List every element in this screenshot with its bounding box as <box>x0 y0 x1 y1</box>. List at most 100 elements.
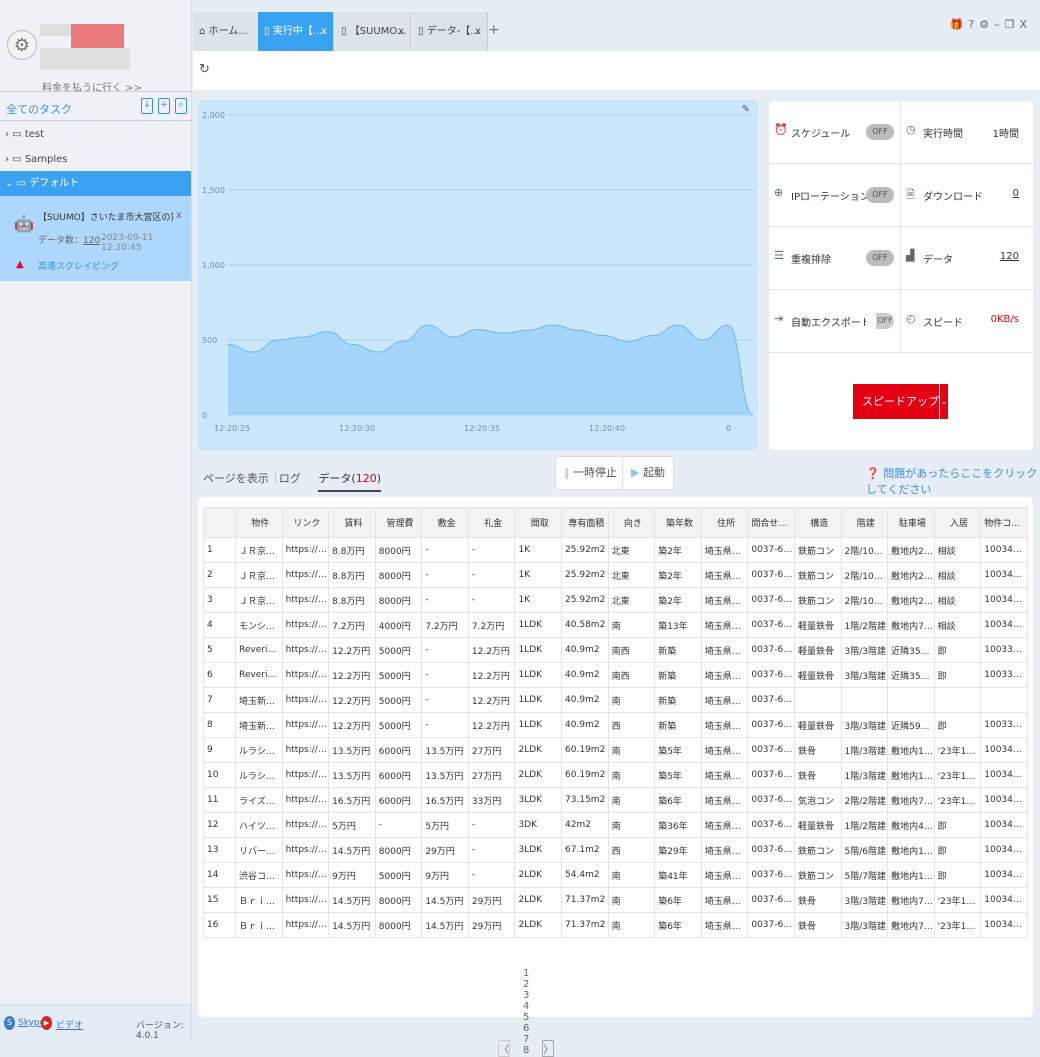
column-header[interactable]: 構造 <box>793 507 842 538</box>
folder-samples[interactable]: › ▭ Samples <box>0 147 191 172</box>
column-header[interactable]: 礼金 <box>467 507 516 538</box>
table-cell: '23年10月下旬 <box>933 787 982 813</box>
speed-up-dropdown[interactable]: ⌄ <box>939 384 948 419</box>
folder-test[interactable]: › ▭ test <box>0 122 191 147</box>
gear-icon[interactable]: ⚙ <box>979 18 994 31</box>
column-header[interactable]: 問合せ番号 <box>747 507 795 538</box>
help-link[interactable]: ❓ 問題があったらここをクリックしてください <box>866 465 1040 497</box>
table-row[interactable]: 9ルラシオン...https://suum...13.5万円6000円13.5万… <box>203 737 1028 763</box>
table-cell: 南 <box>607 687 656 713</box>
add-tab-button[interactable]: + <box>488 22 500 38</box>
table-cell: 25.92m2 <box>561 562 609 588</box>
table-cell: 3 <box>203 587 236 613</box>
next-page-button[interactable]: 〉 <box>542 1040 555 1057</box>
gift-icon[interactable]: 🎁 <box>950 18 969 31</box>
tab-data-results[interactable]: データ(120) <box>318 472 381 492</box>
table-row[interactable]: 10ルラシオン...https://suum...13.5万円6000円13.5… <box>203 762 1028 788</box>
column-header[interactable]: 敷金 <box>421 507 469 538</box>
download-value[interactable]: 0 <box>1013 188 1019 199</box>
column-header[interactable]: 間取 <box>514 507 563 538</box>
table-row[interactable]: 12ハイツコスタhttps://suum...5万円-5万円-3DK42m2南築… <box>203 812 1028 838</box>
page-button[interactable]: 1 <box>513 968 539 979</box>
reload-icon[interactable]: ↻ <box>199 62 210 77</box>
close-tab-icon[interactable]: x <box>398 12 404 51</box>
table-row[interactable]: 1ＪＲ京浜東...https://suum...8.8万円8000円--1K25… <box>203 537 1028 563</box>
export-toggle[interactable]: OFF <box>866 313 894 329</box>
table-row[interactable]: 16Ｂｒｉｇｈ...https://suum...14.5万円8000円14.5… <box>203 912 1028 938</box>
table-row[interactable]: 13リバーサイ...https://suum...14.5万円8000円29万円… <box>203 837 1028 863</box>
column-header[interactable]: 専有面積 <box>561 507 609 538</box>
column-header[interactable]: 住所 <box>700 507 749 538</box>
column-header[interactable]: 入居 <box>933 507 982 538</box>
page-button[interactable]: 3 <box>513 990 539 1001</box>
pause-button[interactable]: ‖ 一時停止 <box>555 456 626 490</box>
page-button[interactable]: 2 <box>513 979 539 990</box>
tab-running[interactable]: ▯ 実行中【... x <box>258 12 334 51</box>
avatar[interactable]: ⚙ <box>7 30 37 60</box>
table-row[interactable]: 14渋谷コート...https://suum...9万円5000円9万円-2LD… <box>203 862 1028 888</box>
tab-data[interactable]: ▯ データ-【... x <box>412 12 488 51</box>
all-tasks-label[interactable]: 全てのタスク <box>6 101 72 117</box>
folder-default[interactable]: ⌄ ▭ デフォルト <box>0 171 191 196</box>
tab-log[interactable]: ログ <box>279 472 301 485</box>
column-header[interactable]: リンク <box>281 507 330 538</box>
table-cell: 6 <box>203 662 236 688</box>
data-value[interactable]: 120 <box>1000 251 1019 262</box>
table-cell: 埼玉県さい... <box>700 637 749 663</box>
tab-label: ホーム... <box>208 26 248 37</box>
table-row[interactable]: 7埼玉新都市...https://suum...12.2万円5000円-12.2… <box>203 687 1028 713</box>
video-link[interactable]: ビデオ <box>56 1018 83 1031</box>
table-cell: 2LDK <box>514 887 563 913</box>
scrape-mode[interactable]: 高速スクレイピング <box>38 259 119 272</box>
help-icon[interactable]: ? <box>968 18 979 31</box>
table-row[interactable]: 11ライズメゾ...https://suum...16.5万円6000円16.5… <box>203 787 1028 813</box>
page-button[interactable]: 5 <box>513 1012 539 1023</box>
task-close-icon[interactable]: x <box>176 210 182 221</box>
column-header[interactable]: 物件コード <box>980 507 1028 538</box>
column-header[interactable] <box>203 507 236 538</box>
column-header[interactable]: 賃料 <box>328 507 376 538</box>
minimize-icon[interactable]: – <box>994 18 1005 31</box>
import-icon[interactable]: ↓ <box>141 98 153 114</box>
table-row[interactable]: 2ＪＲ京浜東...https://suum...8.8万円8000円--1K25… <box>203 562 1028 588</box>
table-row[interactable]: 3ＪＲ京浜東...https://suum...8.8万円8000円--1K25… <box>203 587 1028 613</box>
new-task-icon[interactable]: + <box>158 98 170 114</box>
speed-up-button[interactable]: スピードアップ <box>853 384 948 419</box>
tab-page-view[interactable]: ページを表示 <box>203 472 269 485</box>
schedule-toggle[interactable]: OFF <box>866 124 894 140</box>
page-button[interactable]: 4 <box>513 1001 539 1012</box>
data-count[interactable]: 120 <box>83 236 100 246</box>
table-row[interactable]: 8埼玉新都市...https://suum...12.2万円5000円-12.2… <box>203 712 1028 738</box>
prev-page-button[interactable]: 〈 <box>498 1040 510 1057</box>
edit-icon[interactable]: ✎ <box>742 104 750 115</box>
column-header[interactable]: 物件 <box>235 507 283 538</box>
table-row[interactable]: 5Reverie 301...https://suum...12.2万円5000… <box>203 637 1028 663</box>
close-icon[interactable]: X <box>1019 18 1032 31</box>
table-row[interactable]: 15Ｂｒｉｇｈ...https://suum...14.5万円8000円14.5… <box>203 887 1028 913</box>
task-card[interactable]: 🤖 【SUUMO】さいたま市大宮区の賃貸|賃貸... x データ数：120 20… <box>0 196 191 281</box>
page-button[interactable]: 6 <box>513 1023 539 1034</box>
y-tick-label: 2,000 <box>202 111 225 120</box>
dedupe-toggle[interactable]: OFF <box>866 250 894 266</box>
close-tab-icon[interactable]: x <box>321 12 327 51</box>
table-cell: 0037-625-0... <box>747 837 795 863</box>
ip-toggle[interactable]: OFF <box>866 187 894 203</box>
column-header[interactable]: 駐車場 <box>887 507 935 538</box>
close-tab-icon[interactable]: x <box>475 12 481 51</box>
table-row[interactable]: 4モンシャン...https://suum...7.2万円4000円7.2万円7… <box>203 612 1028 638</box>
column-header[interactable]: 築年数 <box>654 507 702 538</box>
page-button[interactable]: 8 <box>513 1045 539 1056</box>
column-header[interactable]: 階建 <box>840 507 889 538</box>
table-cell: 3階/3階建 <box>840 712 889 738</box>
column-header[interactable]: 管理費 <box>374 507 423 538</box>
task-title[interactable]: 【SUUMO】さいたま市大宮区の賃貸|賃貸... <box>38 210 173 223</box>
restore-icon[interactable]: ❐ <box>1005 18 1020 31</box>
table-cell: 100342997274 <box>980 887 1028 913</box>
data-point <box>352 344 354 345</box>
column-header[interactable]: 向き <box>607 507 656 538</box>
tab-suumo[interactable]: ▯ 【SUUMO... x <box>335 12 411 51</box>
search-task-icon[interactable]: ⌕ <box>175 98 187 114</box>
start-button[interactable]: ▶ 起動 <box>622 456 674 490</box>
window-controls: 🎁?⚙–❐X <box>950 18 1032 31</box>
table-row[interactable]: 6Reverie 301...https://suum...12.2万円5000… <box>203 662 1028 688</box>
